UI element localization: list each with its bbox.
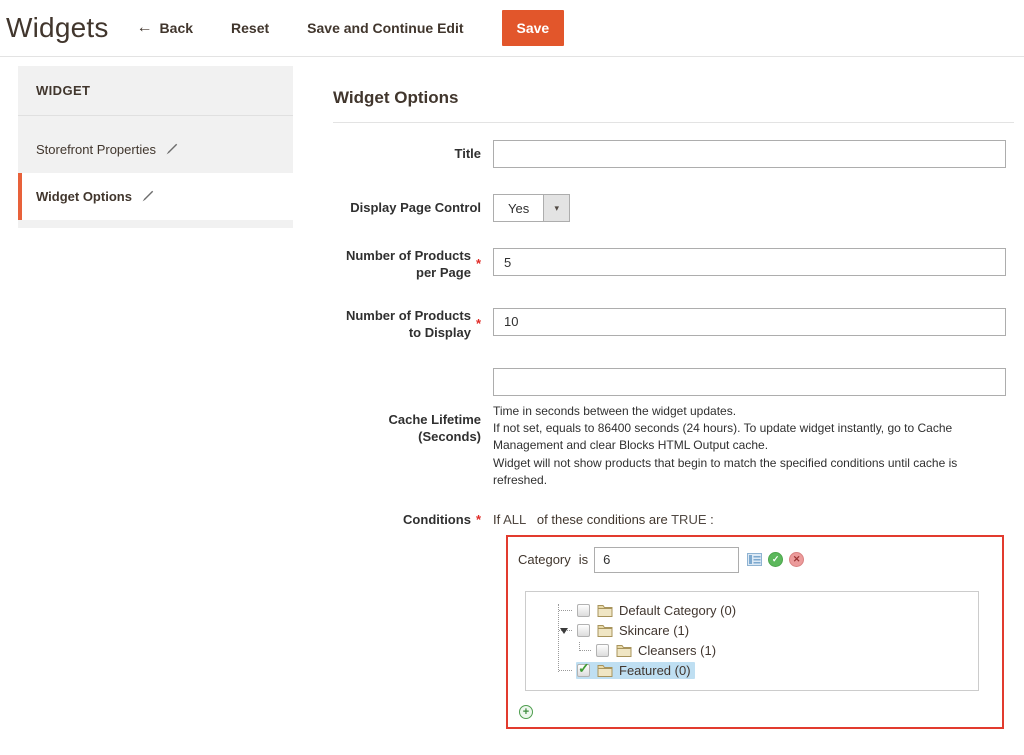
rule-operator[interactable]: is [579, 552, 588, 567]
pencil-icon [141, 190, 154, 203]
form-row-title: Title [333, 140, 1014, 168]
conditions-error-box: Category is [506, 535, 1004, 729]
add-condition-icon[interactable]: + [519, 705, 533, 719]
category-tree-box: Default Category (0) [525, 591, 979, 691]
sidebar-section-title: WIDGET [18, 66, 293, 116]
page-header: Widgets ← Back Reset Save and Continue E… [0, 0, 1024, 57]
chevron-down-icon: ▾ [543, 195, 569, 221]
back-button[interactable]: ← Back [137, 19, 193, 37]
tree-row-featured[interactable]: ✓ Featured (0) [559, 661, 978, 681]
sidebar-items: Storefront Properties Widget Options [18, 116, 293, 220]
checkbox-featured-checked[interactable]: ✓ [577, 664, 590, 677]
save-button[interactable]: Save [502, 10, 565, 46]
back-arrow-icon: ← [137, 19, 153, 37]
conditions-label: Conditions * [333, 510, 481, 729]
header-actions: ← Back Reset Save and Continue Edit Save [137, 10, 565, 46]
check-icon: ✓ [578, 660, 590, 677]
required-asterisk: * [476, 256, 481, 273]
form-row-products-per-page: Number of Products per Page * [333, 248, 1014, 282]
form-row-display-page-control: Display Page Control Yes ▾ [333, 194, 1014, 222]
sidebar-item-label: Storefront Properties [36, 142, 156, 157]
back-label: Back [160, 20, 193, 36]
folder-icon [597, 624, 613, 637]
apply-check-icon[interactable]: ✓ [768, 552, 783, 567]
tree-node-label: Featured (0) [619, 663, 691, 678]
category-tree: Default Category (0) [551, 601, 978, 681]
main-content: Widget Options Title Display Page Contro… [333, 88, 1014, 755]
widget-options-form: Title Display Page Control Yes ▾ Number … [333, 140, 1014, 729]
cache-lifetime-label: Cache Lifetime (Seconds) [333, 368, 481, 490]
tree-node-label: Skincare (1) [619, 623, 689, 638]
tree-row-cleansers[interactable]: Cleansers (1) [559, 641, 978, 661]
save-and-continue-label: Save and Continue Edit [307, 20, 463, 36]
products-to-display-label: Number of Products to Display * [333, 308, 481, 342]
tree-row-default-category[interactable]: Default Category (0) [559, 601, 978, 621]
sidebar-item-storefront-properties[interactable]: Storefront Properties [18, 126, 293, 173]
sidebar-item-widget-options[interactable]: Widget Options [18, 173, 293, 220]
form-row-conditions: Conditions * If ALL of these conditions … [333, 510, 1014, 729]
title-input[interactable] [493, 140, 1006, 168]
sidebar-item-label: Widget Options [36, 189, 132, 204]
required-asterisk: * [476, 316, 481, 333]
title-label: Title [333, 140, 481, 168]
tree-row-skincare[interactable]: Skincare (1) [559, 621, 978, 641]
page-title: Widgets [6, 12, 109, 44]
reset-label: Reset [231, 20, 269, 36]
sidebar: WIDGET Storefront Properties Widget Opti… [18, 66, 293, 228]
display-page-control-label: Display Page Control [333, 194, 481, 222]
condition-rule: Category is [517, 542, 992, 575]
checkbox-cleansers[interactable] [596, 644, 609, 657]
products-to-display-input[interactable] [493, 308, 1006, 336]
checkbox-default-category[interactable] [577, 604, 590, 617]
cache-lifetime-help: Time in seconds between the widget updat… [493, 403, 1006, 490]
remove-condition-icon[interactable]: ✕ [789, 552, 804, 567]
pencil-icon [165, 143, 178, 156]
form-row-products-to-display: Number of Products to Display * [333, 308, 1014, 342]
selected-value: Yes [494, 195, 543, 221]
aggregator-selector[interactable]: ALL [503, 512, 526, 527]
expand-arrow-icon[interactable] [560, 628, 568, 634]
section-heading: Widget Options [333, 88, 1014, 123]
checkbox-skincare[interactable] [577, 624, 590, 637]
chooser-grid-icon[interactable] [747, 553, 762, 566]
folder-icon [616, 644, 632, 657]
tree-node-label: Default Category (0) [619, 603, 736, 618]
products-per-page-input[interactable] [493, 248, 1006, 276]
save-and-continue-button[interactable]: Save and Continue Edit [307, 20, 463, 36]
products-per-page-label: Number of Products per Page * [333, 248, 481, 282]
value-selector[interactable]: TRUE [671, 512, 706, 527]
rule-value-input[interactable] [594, 547, 739, 573]
folder-icon [597, 664, 613, 677]
reset-button[interactable]: Reset [231, 20, 269, 36]
conditions-sentence: If ALL of these conditions are TRUE : [493, 510, 1006, 527]
cache-lifetime-input[interactable] [493, 368, 1006, 396]
display-page-control-select[interactable]: Yes ▾ [493, 194, 570, 222]
rule-attribute[interactable]: Category [518, 552, 571, 567]
required-asterisk: * [476, 512, 481, 529]
folder-icon [597, 604, 613, 617]
tree-node-label: Cleansers (1) [638, 643, 716, 658]
form-row-cache-lifetime: Cache Lifetime (Seconds) Time in seconds… [333, 368, 1014, 490]
